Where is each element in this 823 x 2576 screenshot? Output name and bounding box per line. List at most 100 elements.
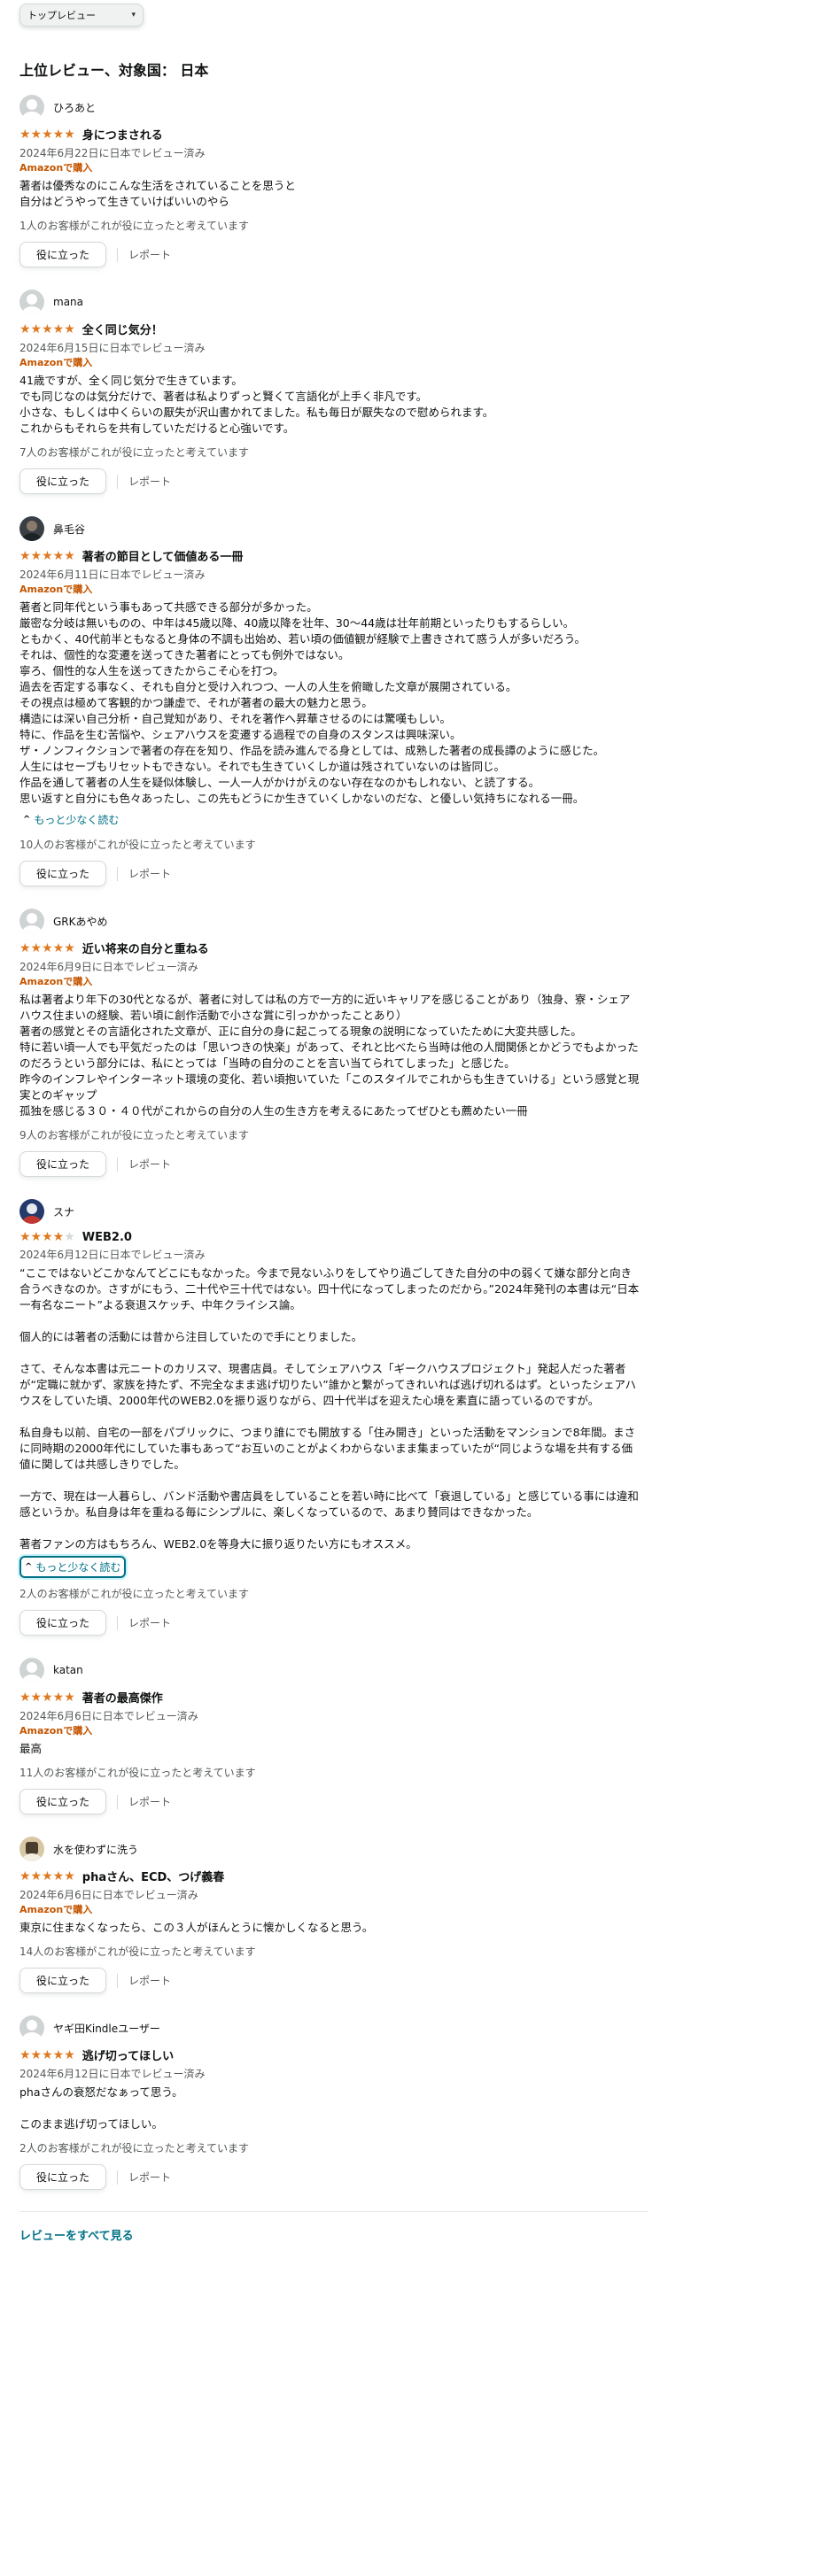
helpful-button[interactable]: 役に立った [19,1968,107,1993]
reviewer-name: ヤギ田Kindleユーザー [53,2022,160,2035]
review-body-paragraph: 一方で、現在は一人暮らし、バンド活動や書店員をしていることを若い時に比べて「衰退… [19,1489,639,1519]
review-title[interactable]: 身につまされる [82,126,163,143]
helpful-button[interactable]: 役に立った [19,1789,107,1814]
verified-purchase-badge: Amazonで購入 [19,1725,93,1737]
star-rating-icon[interactable]: ★★★★★ [19,1230,75,1244]
reviewer-profile[interactable]: mana [19,289,640,315]
review-actions: 役に立った レポート [19,1968,640,1993]
review-body-paragraph: 寧ろ、個性的な人生を送ってきたからこそ心を打つ。 [19,664,284,677]
report-link[interactable]: レポート [128,2170,171,2185]
review-title[interactable]: phaさん、ECD、つげ義春 [82,1868,225,1884]
reviewer-profile[interactable]: GRKあやめ [19,908,640,934]
review-title-row: ★★★★★ 全く同じ気分！ [19,321,640,338]
review-item: スナ ★★★★★ WEB2.0 2024年6月12日に日本でレビュー済み “ここではない… [19,1198,640,1636]
reviewer-name: 鼻毛谷 [53,522,86,536]
star-rating-icon[interactable]: ★★★★★ [19,322,75,337]
review-date: 2024年6月6日に日本でレビュー済み [19,1889,198,1901]
review-title[interactable]: 著者の最高傑作 [82,1689,163,1706]
review-title-row: ★★★★★ 著者の最高傑作 [19,1689,640,1706]
report-link[interactable]: レポート [128,1794,171,1809]
review-title[interactable]: 全く同じ気分！ [82,321,163,337]
reviewer-name: GRKあやめ [53,915,108,928]
helpful-button[interactable]: 役に立った [19,2164,107,2190]
avatar [19,95,44,120]
helpful-button[interactable]: 役に立った [19,1610,107,1636]
review-body-paragraph: phaさんの衰怒だなぁって思う。 [19,2085,183,2099]
reviewer-profile[interactable]: katan [19,1657,640,1683]
reviewer-profile[interactable]: 鼻毛谷 [19,515,640,542]
report-link[interactable]: レポート [128,1156,171,1172]
helpful-count: 10人のお客様がこれが役に立ったと考えています [19,839,256,851]
review-title[interactable]: 著者の節目として価値ある一冊 [82,547,244,564]
star-rating-icon[interactable]: ★★★★★ [19,1690,75,1705]
reviewer-name: 水を使わずに洗う [53,1843,139,1856]
review-title[interactable]: 逃げ切ってほしい [82,2046,174,2063]
helpful-button[interactable]: 役に立った [19,468,107,494]
review-body-paragraph: 過去を否定する事なく、それも自分と受け入れつつ、一人の人生を俯瞰した文章が展開さ… [19,680,517,693]
review-actions: 役に立った レポート [19,2164,640,2190]
review-body-paragraph: 構造には深い自己分析・自己覚知があり、それを著作へ昇華させるのには驚嘆もしい。 [19,712,452,725]
review-title-row: ★★★★★ 著者の節目として価値ある一冊 [19,547,640,565]
review-body-paragraph: “ここではないどこかなんてどこにもなかった。今まで見ないふりをしてやり過ごしてき… [19,1266,640,1311]
review-actions: 役に立った レポート [19,1151,640,1177]
helpful-button[interactable]: 役に立った [19,861,107,886]
read-less-button[interactable]: ^ もっと少なく読む [19,1556,127,1578]
see-all-reviews-link[interactable]: レビューをすべて見る [19,2226,823,2243]
review-body: 私は著者より年下の30代となるが、著者に対しては私の方で一方的に近いキャリアを感… [19,992,640,1119]
review-body-paragraph: 東京に住まなくなったら、この３人がほんとうに懐かしくなると思う。 [19,1921,374,1934]
report-link[interactable]: レポート [128,247,171,262]
reviews-section: トップレビュー ▾ 上位レビュー、対象国： 日本 ひろあと ★★★★★ 身につまされ… [0,4,823,2243]
reviewer-profile[interactable]: 水を使わずに洗う [19,1836,640,1862]
review-body-paragraph: 思い返すと自分にも色々あったし、この先もどうにか生きていくしかないのだな、と優し… [19,792,585,805]
review-body-paragraph: 私自身も以前、自宅の一部をパブリックに、つまり誰にでも開放する「住み開き」といっ… [19,1426,636,1471]
star-rating-icon[interactable]: ★★★★★ [19,128,75,142]
review-actions: 役に立った レポート [19,242,640,267]
star-rating-icon[interactable]: ★★★★★ [19,1869,75,1884]
helpful-button[interactable]: 役に立った [19,1151,107,1177]
sort-dropdown[interactable]: トップレビュー ▾ [19,4,144,27]
reviewer-profile[interactable]: ヤギ田Kindleユーザー [19,2015,640,2041]
review-body-paragraph: これからもそれらを共有していただけると心強いです。 [19,422,295,435]
verified-purchase-badge: Amazonで購入 [19,1904,93,1915]
avatar [19,290,44,314]
review-body: 41歳ですが、全く同じ気分で生きています。でも同じなのは気分だけで、著者は私より… [19,373,640,437]
helpful-button[interactable]: 役に立った [19,242,107,267]
report-link[interactable]: レポート [128,1615,171,1630]
divider [117,2170,119,2185]
report-link[interactable]: レポート [128,1973,171,1988]
divider [117,1156,119,1172]
review-body-paragraph: さて、そんな本書は元ニートのカリスマ、現書店員。そしてシェアハウス「ギークハウス… [19,1362,636,1407]
reviewer-profile[interactable]: ひろあと [19,94,640,120]
reviewer-name: mana [53,296,84,308]
review-body-paragraph: 小さな、もしくは中くらいの厭失が沢山書かれてました。私も毎日が厭失なので慰められ… [19,406,494,419]
report-link[interactable]: レポート [128,474,171,489]
review-title[interactable]: WEB2.0 [82,1231,132,1244]
review-body: “ここではないどこかなんてどこにもなかった。今まで見ないふりをしてやり過ごしてき… [19,1265,640,1552]
review-date: 2024年6月22日に日本でレビュー済み [19,147,206,159]
divider [19,2211,648,2212]
review-body-paragraph: 個人的には著者の活動には昔から注目していたので手にとりました。 [19,1330,363,1343]
review-item: 水を使わずに洗う ★★★★★ phaさん、ECD、つげ義春 2024年6月6日に日本で… [19,1836,640,1993]
sort-dropdown-value: トップレビュー [27,10,96,21]
review-body-paragraph: でも同じなのは気分だけで、著者は私よりずっと賢くて言語化が上手く非凡です。 [19,390,428,403]
helpful-count: 2人のお客様がこれが役に立ったと考えています [19,2142,250,2154]
read-less-label: もっと少なく読む [34,814,120,826]
star-rating-icon[interactable]: ★★★★★ [19,941,75,955]
reviewer-profile[interactable]: スナ [19,1198,640,1225]
review-body-paragraph: その視点は極めて客観的かつ謙虚で、それが著者の最大の魅力と思う。 [19,696,373,709]
review-title-row: ★★★★★ WEB2.0 [19,1230,640,1244]
star-rating-icon[interactable]: ★★★★★ [19,549,75,563]
review-date: 2024年6月15日に日本でレビュー済み [19,342,206,354]
report-link[interactable]: レポート [128,866,171,881]
avatar [19,1199,44,1224]
review-title[interactable]: 近い将来の自分と重ねる [82,940,209,956]
review-item: 鼻毛谷 ★★★★★ 著者の節目として価値ある一冊 2024年6月11日に日本でレビュー… [19,515,640,886]
divider [117,474,119,489]
review-actions: 役に立った レポート [19,468,640,494]
star-rating-icon[interactable]: ★★★★★ [19,2048,75,2062]
read-less-button[interactable]: ^ もっと少なく読む [19,810,122,829]
review-body-paragraph: 41歳ですが、全く同じ気分で生きています。 [19,374,243,387]
review-title-row: ★★★★★ 逃げ切ってほしい [19,2046,640,2064]
review-body-paragraph: 著者は優秀なのにこんな生活をされていることを思うと [19,179,296,192]
helpful-count: 2人のお客様がこれが役に立ったと考えています [19,1588,250,1600]
